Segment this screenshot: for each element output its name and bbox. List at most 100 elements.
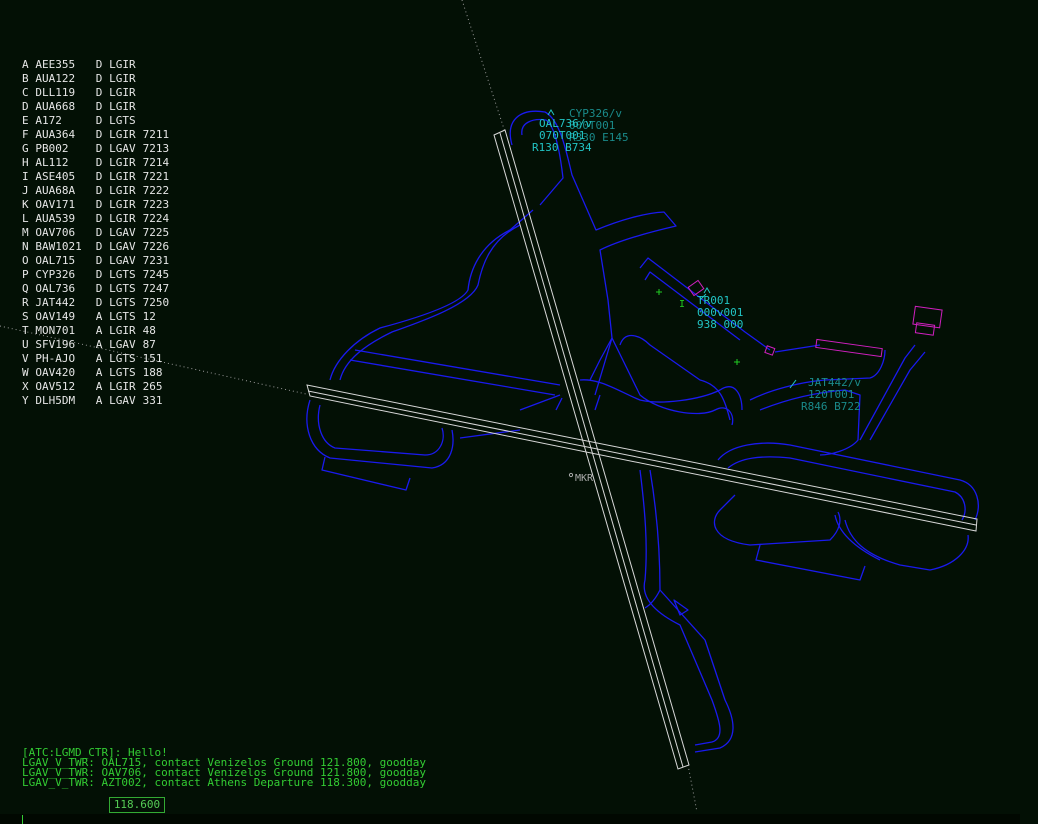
strip-callsign: AUA364 bbox=[35, 128, 76, 141]
strip-type: D bbox=[95, 198, 103, 211]
flight-strip-row[interactable]: K OAV171 D LGIR 7223 bbox=[22, 198, 169, 212]
flight-strip-row[interactable]: R JAT442 D LGTS 7250 bbox=[22, 296, 169, 310]
strip-callsign: JAT442 bbox=[35, 296, 76, 309]
strip-code: 331 bbox=[142, 394, 163, 407]
flight-strip-row[interactable]: Y DLH5DM A LGAV 331 bbox=[22, 394, 169, 408]
strip-airport: LGIR bbox=[109, 100, 136, 113]
strip-type: D bbox=[95, 226, 103, 239]
flight-strip-row[interactable]: G PB002 D LGAV 7213 bbox=[22, 142, 169, 156]
flight-strip-row[interactable]: D AUA668 D LGIR bbox=[22, 100, 169, 114]
flight-strip-row[interactable]: O OAL715 D LGAV 7231 bbox=[22, 254, 169, 268]
flight-strip-row[interactable]: B AUA122 D LGIR bbox=[22, 72, 169, 86]
strip-callsign: PH-AJO bbox=[35, 352, 76, 365]
strip-letter: B bbox=[22, 72, 29, 85]
strip-type: D bbox=[95, 170, 103, 183]
strip-code: 188 bbox=[142, 366, 163, 379]
flight-strip-row[interactable]: H AL112 D LGIR 7214 bbox=[22, 156, 169, 170]
strip-letter: I bbox=[22, 170, 29, 183]
runway-09-27 bbox=[306, 384, 978, 532]
strip-callsign: AL112 bbox=[35, 156, 69, 169]
strip-code: 7222 bbox=[142, 184, 170, 197]
flight-strip-row[interactable]: S OAV149 A LGTS 12 bbox=[22, 310, 169, 324]
strip-letter: D bbox=[22, 100, 29, 113]
strip-callsign: DLL119 bbox=[35, 86, 76, 99]
strip-airport: LGIR bbox=[109, 184, 136, 197]
strip-letter: L bbox=[22, 212, 29, 225]
strip-airport: LGAV bbox=[109, 226, 136, 239]
strip-code: 7223 bbox=[142, 198, 170, 211]
taxiway-outlines bbox=[306, 110, 979, 753]
flight-strip-row[interactable]: E A172 D LGTS bbox=[22, 114, 169, 128]
strip-letter: A bbox=[22, 58, 29, 71]
strip-callsign: DLH5DM bbox=[35, 394, 76, 407]
flight-strip-row[interactable]: I ASE405 D LGIR 7221 bbox=[22, 170, 169, 184]
strip-type: A bbox=[95, 366, 103, 379]
strip-airport: LGTS bbox=[109, 282, 136, 295]
tag-line-3: R846 B722 bbox=[801, 400, 861, 413]
strip-callsign: A172 bbox=[35, 114, 62, 127]
tag-jat442[interactable]: JAT442/v 120T001 R846 B722 bbox=[801, 376, 861, 413]
strip-code: 48 bbox=[142, 324, 156, 337]
strip-type: D bbox=[95, 184, 103, 197]
strip-callsign: OAV171 bbox=[35, 198, 76, 211]
strip-type: D bbox=[95, 86, 103, 99]
strip-letter: P bbox=[22, 268, 29, 281]
flight-strip-row[interactable]: N BAW1021 D LGAV 7226 bbox=[22, 240, 169, 254]
flight-strip-row[interactable]: P CYP326 D LGTS 7245 bbox=[22, 268, 169, 282]
text-cursor bbox=[22, 815, 23, 824]
strip-callsign: AEE355 bbox=[35, 58, 76, 71]
strip-callsign: AUA668 bbox=[35, 100, 76, 113]
strip-letter: R bbox=[22, 296, 29, 309]
ils-marker: I bbox=[679, 299, 685, 310]
strip-airport: LGTS bbox=[109, 366, 136, 379]
flight-strip-row[interactable]: M OAV706 D LGAV 7225 bbox=[22, 226, 169, 240]
beacon-mkr: MKR bbox=[568, 472, 594, 484]
strip-airport: LGIR bbox=[109, 198, 136, 211]
flight-strip-row[interactable]: C DLL119 D LGIR bbox=[22, 86, 169, 100]
strip-code: 151 bbox=[142, 352, 163, 365]
strip-type: D bbox=[95, 254, 103, 267]
flight-strip-row[interactable]: F AUA364 D LGIR 7211 bbox=[22, 128, 169, 142]
tag-line-3: 938 000 bbox=[697, 318, 743, 331]
strip-callsign: SFV196 bbox=[35, 338, 76, 351]
strip-code: 7250 bbox=[142, 296, 170, 309]
flight-strip-row[interactable]: Q OAL736 D LGTS 7247 bbox=[22, 282, 169, 296]
strip-type: A bbox=[95, 310, 103, 323]
strip-type: D bbox=[95, 142, 103, 155]
strip-type: D bbox=[95, 212, 103, 225]
flight-strip-row[interactable]: W OAV420 A LGTS 188 bbox=[22, 366, 169, 380]
strip-type: A bbox=[95, 324, 103, 337]
strip-type: A bbox=[95, 338, 103, 351]
strip-airport: LGIR bbox=[109, 156, 136, 169]
tag-oal736[interactable]: OAL736/v 070T001 R130 B734 bbox=[532, 117, 592, 154]
tag-tr001[interactable]: TR001 000v001 938 000 bbox=[697, 294, 743, 331]
strip-airport: LGAV bbox=[109, 254, 136, 267]
strip-code: 7224 bbox=[142, 212, 170, 225]
strip-type: D bbox=[95, 156, 103, 169]
strip-letter: Y bbox=[22, 394, 29, 407]
flight-strip-row[interactable]: T MON701 A LGIR 48 bbox=[22, 324, 169, 338]
frequency-display[interactable]: 118.600 bbox=[109, 797, 165, 813]
flight-strip-row[interactable]: V PH-AJO A LGTS 151 bbox=[22, 352, 169, 366]
strip-callsign: OAV149 bbox=[35, 310, 76, 323]
strip-code: 7247 bbox=[142, 282, 170, 295]
strip-type: A bbox=[95, 380, 103, 393]
strip-code: 7226 bbox=[142, 240, 170, 253]
strip-letter: X bbox=[22, 380, 29, 393]
flight-strip-list: A AEE355 D LGIR B AUA122 D LGIR C DLL119 D LGIR D AUA… bbox=[22, 58, 169, 408]
flight-strip-row[interactable]: L AUA539 D LGIR 7224 bbox=[22, 212, 169, 226]
flight-strip-row[interactable]: J AUA68A D LGIR 7222 bbox=[22, 184, 169, 198]
strip-code: 265 bbox=[142, 380, 163, 393]
strip-type: D bbox=[95, 72, 103, 85]
strip-letter: T bbox=[22, 324, 29, 337]
strip-callsign: AUA122 bbox=[35, 72, 76, 85]
flight-strip-row[interactable]: U SFV196 A LGAV 87 bbox=[22, 338, 169, 352]
strip-callsign: OAL715 bbox=[35, 254, 76, 267]
strip-code: 7214 bbox=[142, 156, 170, 169]
flight-strip-row[interactable]: A AEE355 D LGIR bbox=[22, 58, 169, 72]
flight-strip-row[interactable]: X OAV512 A LGIR 265 bbox=[22, 380, 169, 394]
strip-airport: LGIR bbox=[109, 324, 136, 337]
strip-callsign: AUA68A bbox=[35, 184, 76, 197]
command-input[interactable] bbox=[0, 814, 1020, 824]
strip-letter: K bbox=[22, 198, 29, 211]
